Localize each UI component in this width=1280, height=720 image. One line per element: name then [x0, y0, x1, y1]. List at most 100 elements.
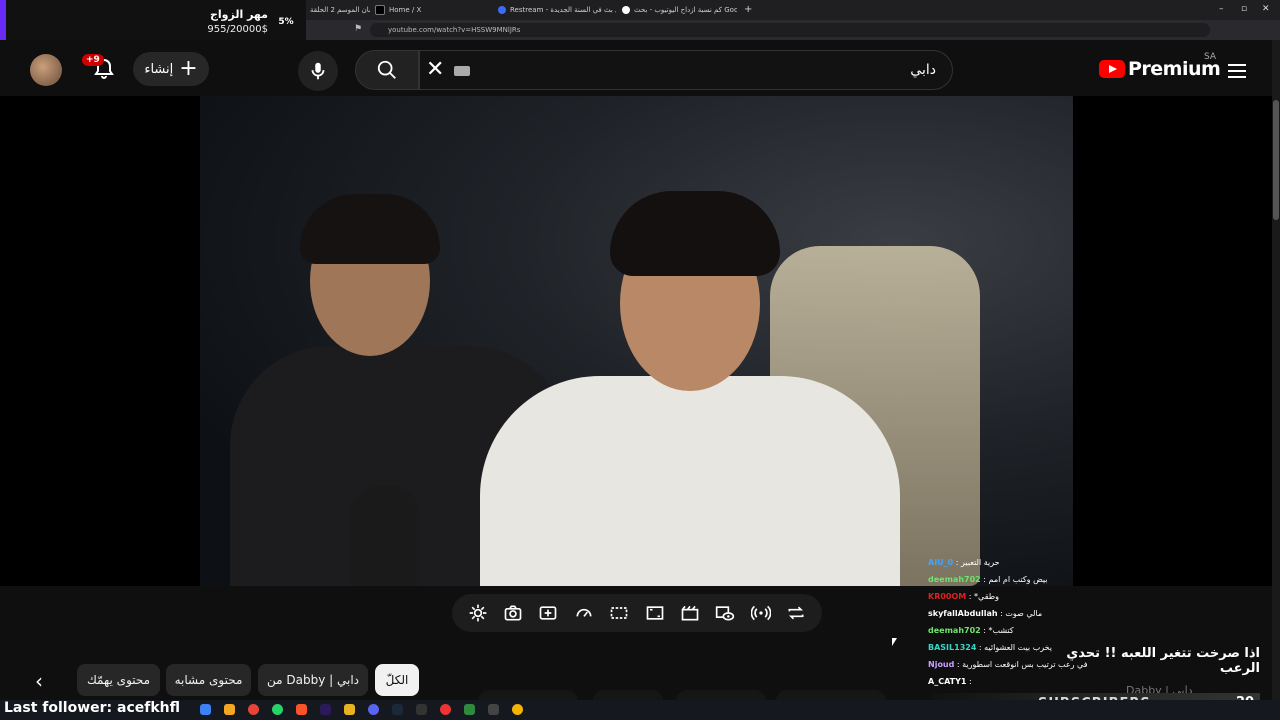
youtube-play-icon — [1099, 60, 1125, 78]
fit-screen-icon[interactable] — [644, 602, 666, 624]
mouse-cursor-icon — [892, 638, 897, 646]
url-field[interactable]: youtube.com/watch?v=HSSW9MNlJRs — [370, 23, 1210, 37]
chat-username: deemah702 — [928, 626, 981, 635]
minimize-icon[interactable]: – — [1219, 4, 1224, 14]
playback-speed-icon[interactable] — [573, 602, 595, 624]
tab-title: كم نسبة ازداح اليوتيوب - بحث Google — [634, 6, 737, 14]
stream-title-overlay: اذا صرخت تتغير اللعبه !! تحدي الرعب — [1066, 646, 1260, 676]
person-right-hair — [610, 191, 780, 276]
hamburger-menu-icon[interactable] — [1228, 60, 1246, 82]
chip-from-channel[interactable]: من Dabby | دابي — [258, 664, 368, 696]
bookmark-icon[interactable]: ⚑ — [354, 24, 362, 34]
x-icon — [375, 5, 385, 15]
scrollbar-thumb[interactable] — [1273, 100, 1279, 220]
discord-icon[interactable] — [368, 704, 379, 715]
tab-title: جاكي شان الموسم 2 الحلقة — [310, 6, 370, 14]
chat-text: بيض وكتب ام امم — [988, 575, 1048, 584]
app-icon[interactable] — [488, 704, 499, 715]
browser-tab[interactable]: كم نسبة ازداح اليوتيوب - بحث Google — [622, 3, 737, 17]
goal-title: مهر الزواج — [209, 8, 268, 21]
microphone-icon — [311, 62, 325, 80]
youtube-premium-logo[interactable]: Premium — [1099, 58, 1221, 80]
video-frame[interactable] — [200, 96, 1073, 586]
settings-gear-icon[interactable] — [467, 602, 489, 624]
chat-username: skyfallAbdullah — [928, 609, 998, 618]
chat-username: A_CATY1 — [928, 677, 967, 686]
person-right-body — [480, 376, 900, 586]
goal-value: 955/20000$ — [207, 24, 268, 35]
folder-icon[interactable] — [344, 704, 355, 715]
brave-icon[interactable] — [296, 704, 307, 715]
notifications-badge: +9 — [82, 54, 104, 66]
search-button[interactable] — [355, 50, 419, 90]
whatsapp-icon[interactable] — [272, 704, 283, 715]
podcast-microphone — [350, 486, 420, 586]
clapperboard-icon[interactable] — [679, 602, 701, 624]
app-icon[interactable] — [440, 704, 451, 715]
new-tab-button[interactable]: + — [744, 3, 754, 17]
chip-similar[interactable]: محتوى مشابه — [166, 664, 251, 696]
goal-percent: 5% — [278, 17, 294, 27]
cinema-mode-icon[interactable] — [608, 602, 630, 624]
windows-taskbar — [0, 700, 1280, 720]
chat-username: deemah702 — [928, 575, 981, 584]
browser-tab[interactable]: Restream - اول بث في السنة الجديدة — [498, 3, 616, 17]
chat-message: AIU_0 : حرية التعبير — [928, 558, 1000, 567]
search-box: ✕ — [419, 50, 953, 90]
app-icon[interactable] — [416, 704, 427, 715]
plus-icon: + — [179, 56, 198, 81]
chat-text: *وطقي — [974, 592, 999, 601]
chrome-icon[interactable] — [248, 704, 259, 715]
create-label: إنشاء — [144, 61, 174, 77]
browser-tab[interactable]: Home / X — [375, 3, 485, 17]
chip-interest[interactable]: محتوى يهمّك — [77, 664, 160, 696]
chat-message: deemah702 : بيض وكتب ام امم — [928, 575, 1048, 584]
youtube-header: +9 إنشاء + ✕ Premium SA — [0, 40, 1280, 96]
create-button[interactable]: إنشاء + — [133, 52, 209, 86]
last-follower-overlay: Last follower: acefkhfl — [4, 700, 180, 716]
app-icon[interactable] — [512, 704, 523, 715]
avatar[interactable] — [30, 54, 62, 86]
chat-text: حرية التعبير — [961, 558, 1000, 567]
chevron-left-icon[interactable]: ‹ — [26, 668, 52, 694]
google-icon — [622, 6, 630, 14]
tab-title: Restream - اول بث في السنة الجديدة — [510, 6, 616, 14]
keyboard-icon[interactable] — [454, 66, 470, 76]
region-code: SA — [1204, 52, 1217, 62]
donation-goal-widget: مهر الزواج 955/20000$ 5% — [0, 0, 306, 44]
browser-tab[interactable]: جاكي شان الموسم 2 الحلقة — [310, 3, 370, 17]
search-icon — [377, 60, 396, 79]
broadcast-icon[interactable] — [750, 602, 772, 624]
app-icon[interactable] — [200, 704, 211, 715]
page-scrollbar[interactable] — [1272, 40, 1280, 720]
maximize-icon[interactable]: ▫ — [1241, 4, 1247, 14]
tab-title: Home / X — [389, 6, 422, 14]
chat-message: KR00OM : *وطقي — [928, 592, 999, 601]
app-icon[interactable] — [464, 704, 475, 715]
premiere-icon[interactable] — [320, 704, 331, 715]
watch-later-eye-icon[interactable] — [714, 602, 736, 624]
steam-icon[interactable] — [392, 704, 403, 715]
loop-icon[interactable] — [785, 602, 807, 624]
clear-search-icon[interactable]: ✕ — [426, 58, 444, 82]
restream-icon — [498, 6, 506, 14]
voice-search-button[interactable] — [298, 51, 338, 91]
chat-message: skyfallAbdullah : مالي صوت — [928, 609, 1043, 618]
chat-message: deemah702 : *كتشب — [928, 626, 1014, 635]
player-extension-toolbar — [452, 594, 822, 632]
chat-username: AIU_0 — [928, 558, 954, 567]
chat-text: *كتشب — [988, 626, 1014, 635]
url-text: youtube.com/watch?v=HSSW9MNlJRs — [388, 26, 521, 34]
enhance-sparkle-icon[interactable] — [537, 602, 559, 624]
chat-text: مالي صوت — [1005, 609, 1043, 618]
app-icon[interactable] — [224, 704, 235, 715]
chip-all[interactable]: الكلّ — [375, 664, 419, 696]
chat-username: Njoud — [928, 660, 955, 669]
chat-username: BASIL1324 — [928, 643, 977, 652]
close-window-icon[interactable]: ✕ — [1262, 4, 1270, 14]
screenshot-camera-icon[interactable] — [502, 602, 524, 624]
search-input[interactable] — [534, 61, 938, 79]
video-player[interactable] — [0, 96, 1280, 586]
chat-username: KR00OM — [928, 592, 967, 601]
person-left-headphones — [300, 194, 440, 264]
